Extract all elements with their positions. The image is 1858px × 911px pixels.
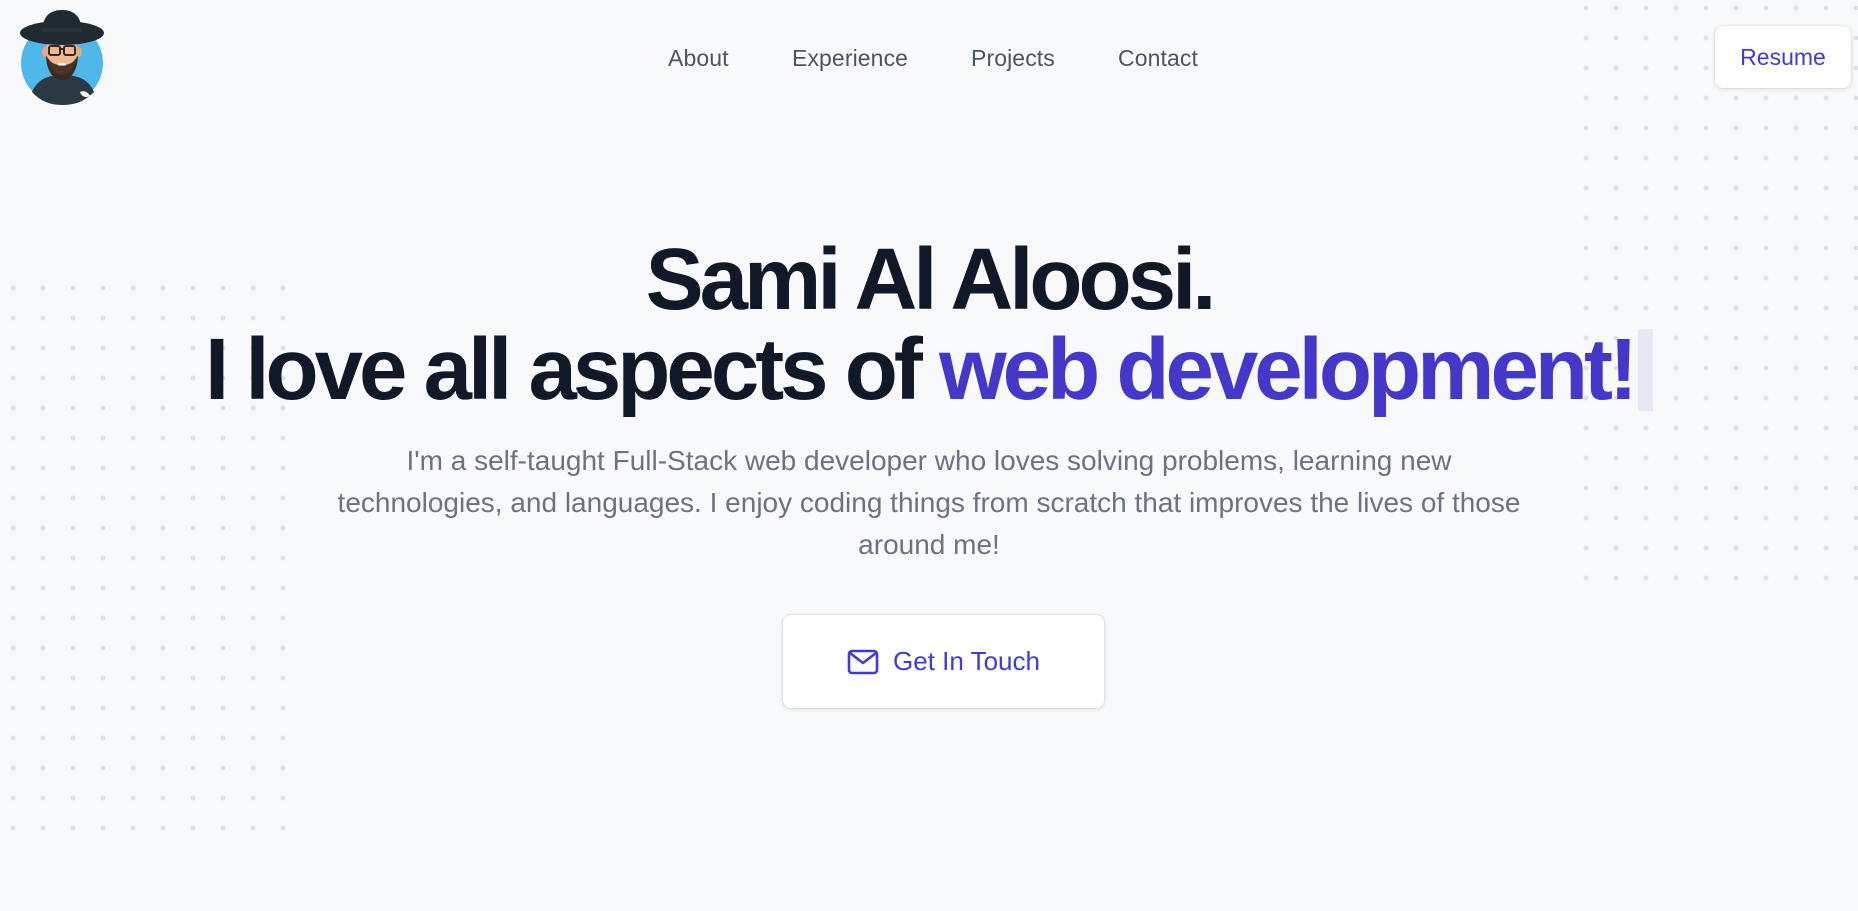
nav-link-about[interactable]: About [668, 40, 729, 76]
hero-intro: I'm a self-taught Full-Stack web develop… [337, 445, 1521, 560]
resume-button[interactable]: Resume [1715, 26, 1851, 88]
main-nav: About Experience Projects Contact [0, 40, 1858, 76]
nav-link-experience[interactable]: Experience [792, 40, 908, 76]
get-in-touch-label: Get In Touch [893, 646, 1040, 676]
nav-link-projects[interactable]: Projects [971, 40, 1055, 76]
nav-link-contact[interactable]: Contact [1118, 40, 1198, 76]
hero-tagline: I love all aspects of web development! [0, 320, 1858, 420]
tagline-accent: web development! [939, 321, 1638, 418]
mail-icon [847, 649, 879, 674]
get-in-touch-button[interactable]: Get In Touch [783, 615, 1104, 708]
tagline-prefix: I love all aspects of [205, 321, 940, 418]
hero-name: Sami Al Aloosi. [645, 231, 1217, 328]
typing-cursor [1637, 329, 1653, 411]
